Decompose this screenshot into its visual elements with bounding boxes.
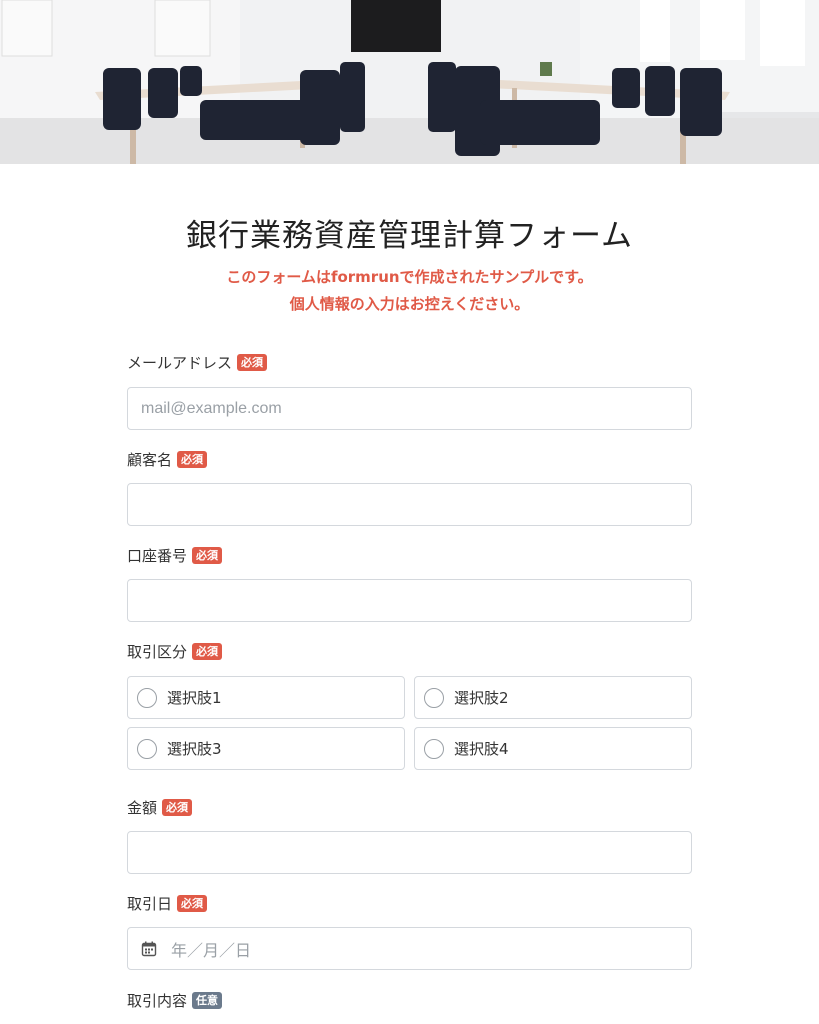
option-label: 選択肢4 — [454, 740, 509, 758]
transaction-date-input[interactable]: 年／月／日 — [127, 927, 692, 970]
radio-circle-icon — [424, 687, 444, 708]
required-badge: 必須 — [177, 894, 208, 912]
option-label: 選択肢1 — [167, 689, 222, 707]
required-badge: 必須 — [192, 546, 223, 564]
transaction-date-placeholder: 年／月／日 — [171, 942, 252, 960]
calendar-icon — [141, 941, 157, 956]
transaction-details-label: 取引内容 任意 — [127, 990, 223, 1010]
required-badge: 必須 — [162, 798, 193, 816]
form-title: 銀行業務資産管理計算フォーム — [185, 218, 634, 254]
radio-circle-icon — [137, 687, 157, 708]
customer-name-label: 顧客名 必須 — [127, 449, 208, 469]
customer-name-input[interactable] — [127, 483, 692, 526]
amount-label: 金額 必須 — [127, 797, 193, 817]
email-label: メールアドレス 必須 — [127, 352, 268, 372]
sample-notice-line1: このフォームはformrunで作成されたサンプルです。 — [226, 268, 593, 286]
transaction-type-option-2[interactable]: 選択肢2 — [414, 676, 692, 719]
header-image — [0, 0, 819, 164]
transaction-type-label: 取引区分 必須 — [127, 641, 223, 661]
email-placeholder: mail@example.com — [141, 399, 282, 417]
required-badge: 必須 — [237, 353, 268, 371]
required-badge: 必須 — [177, 450, 208, 468]
transaction-type-option-3[interactable]: 選択肢3 — [127, 727, 405, 770]
email-label-text: メールアドレス — [127, 353, 233, 372]
account-number-label-text: 口座番号 — [127, 546, 188, 565]
radio-circle-icon — [424, 738, 444, 759]
account-number-label: 口座番号 必須 — [127, 545, 223, 565]
amount-label-text: 金額 — [127, 798, 158, 817]
account-number-input[interactable] — [127, 579, 692, 622]
transaction-type-option-1[interactable]: 選択肢1 — [127, 676, 405, 719]
transaction-type-option-4[interactable]: 選択肢4 — [414, 727, 692, 770]
optional-badge: 任意 — [192, 991, 223, 1009]
sample-notice-line2: 個人情報の入力はお控えください。 — [289, 295, 530, 313]
customer-name-label-text: 顧客名 — [127, 450, 173, 469]
required-badge: 必須 — [192, 642, 223, 660]
transaction-date-label: 取引日 必須 — [127, 893, 208, 913]
transaction-date-label-text: 取引日 — [127, 894, 173, 913]
email-input[interactable]: mail@example.com — [127, 387, 692, 430]
transaction-details-label-text: 取引内容 — [127, 991, 188, 1010]
radio-circle-icon — [137, 738, 157, 759]
amount-input[interactable] — [127, 831, 692, 874]
option-label: 選択肢2 — [454, 689, 509, 707]
option-label: 選択肢3 — [167, 740, 222, 758]
transaction-type-label-text: 取引区分 — [127, 642, 188, 661]
